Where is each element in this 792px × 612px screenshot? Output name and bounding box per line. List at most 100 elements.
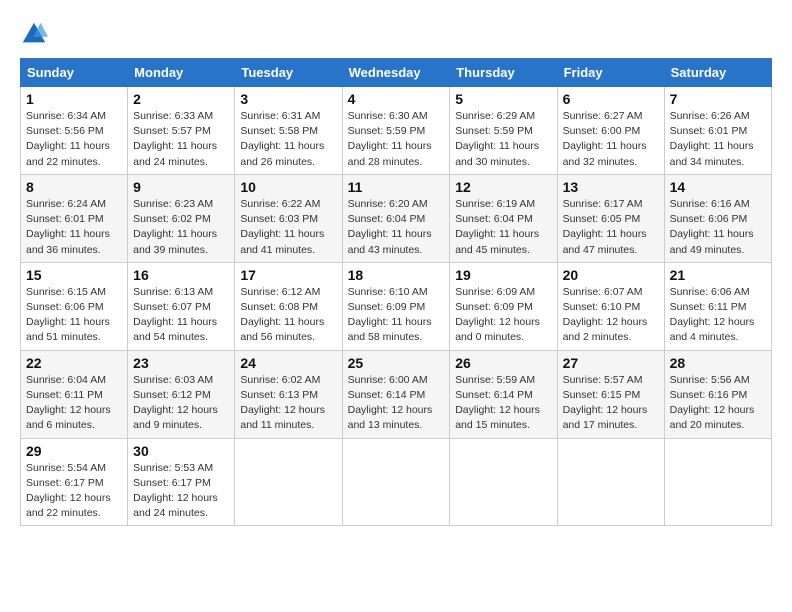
week-row-5: 29 Sunrise: 5:54 AMSunset: 6:17 PMDaylig… (21, 438, 772, 526)
day-info: Sunrise: 6:00 AMSunset: 6:14 PMDaylight:… (348, 373, 445, 434)
day-number: 11 (348, 179, 445, 195)
day-info: Sunrise: 5:57 AMSunset: 6:15 PMDaylight:… (563, 373, 659, 434)
day-info: Sunrise: 6:12 AMSunset: 6:08 PMDaylight:… (240, 285, 336, 346)
day-number: 30 (133, 443, 229, 459)
day-info: Sunrise: 6:34 AMSunset: 5:56 PMDaylight:… (26, 109, 122, 170)
day-number: 3 (240, 91, 336, 107)
calendar-cell: 27 Sunrise: 5:57 AMSunset: 6:15 PMDaylig… (557, 350, 664, 438)
week-row-3: 15 Sunrise: 6:15 AMSunset: 6:06 PMDaylig… (21, 262, 772, 350)
day-number: 5 (455, 91, 551, 107)
calendar-cell: 5 Sunrise: 6:29 AMSunset: 5:59 PMDayligh… (450, 87, 557, 175)
weekday-header-thursday: Thursday (450, 59, 557, 87)
calendar-cell: 1 Sunrise: 6:34 AMSunset: 5:56 PMDayligh… (21, 87, 128, 175)
day-info: Sunrise: 6:31 AMSunset: 5:58 PMDaylight:… (240, 109, 336, 170)
day-number: 22 (26, 355, 122, 371)
day-info: Sunrise: 6:02 AMSunset: 6:13 PMDaylight:… (240, 373, 336, 434)
day-number: 9 (133, 179, 229, 195)
day-info: Sunrise: 6:13 AMSunset: 6:07 PMDaylight:… (133, 285, 229, 346)
calendar-cell: 7 Sunrise: 6:26 AMSunset: 6:01 PMDayligh… (664, 87, 771, 175)
calendar-cell: 4 Sunrise: 6:30 AMSunset: 5:59 PMDayligh… (342, 87, 450, 175)
calendar-cell: 3 Sunrise: 6:31 AMSunset: 5:58 PMDayligh… (235, 87, 342, 175)
calendar-cell: 8 Sunrise: 6:24 AMSunset: 6:01 PMDayligh… (21, 174, 128, 262)
day-info: Sunrise: 6:17 AMSunset: 6:05 PMDaylight:… (563, 197, 659, 258)
weekday-header-wednesday: Wednesday (342, 59, 450, 87)
day-info: Sunrise: 6:03 AMSunset: 6:12 PMDaylight:… (133, 373, 229, 434)
day-number: 8 (26, 179, 122, 195)
day-number: 19 (455, 267, 551, 283)
calendar-cell: 25 Sunrise: 6:00 AMSunset: 6:14 PMDaylig… (342, 350, 450, 438)
day-number: 26 (455, 355, 551, 371)
calendar-cell (557, 438, 664, 526)
day-number: 27 (563, 355, 659, 371)
weekday-header-saturday: Saturday (664, 59, 771, 87)
weekday-header-sunday: Sunday (21, 59, 128, 87)
calendar-cell: 30 Sunrise: 5:53 AMSunset: 6:17 PMDaylig… (128, 438, 235, 526)
logo-icon (20, 20, 48, 48)
day-info: Sunrise: 5:56 AMSunset: 6:16 PMDaylight:… (670, 373, 766, 434)
day-info: Sunrise: 6:09 AMSunset: 6:09 PMDaylight:… (455, 285, 551, 346)
day-number: 4 (348, 91, 445, 107)
logo (20, 20, 52, 48)
day-info: Sunrise: 6:26 AMSunset: 6:01 PMDaylight:… (670, 109, 766, 170)
week-row-1: 1 Sunrise: 6:34 AMSunset: 5:56 PMDayligh… (21, 87, 772, 175)
calendar-cell: 23 Sunrise: 6:03 AMSunset: 6:12 PMDaylig… (128, 350, 235, 438)
calendar-cell: 29 Sunrise: 5:54 AMSunset: 6:17 PMDaylig… (21, 438, 128, 526)
day-number: 16 (133, 267, 229, 283)
day-info: Sunrise: 6:15 AMSunset: 6:06 PMDaylight:… (26, 285, 122, 346)
calendar-cell: 16 Sunrise: 6:13 AMSunset: 6:07 PMDaylig… (128, 262, 235, 350)
day-info: Sunrise: 6:29 AMSunset: 5:59 PMDaylight:… (455, 109, 551, 170)
calendar-cell: 6 Sunrise: 6:27 AMSunset: 6:00 PMDayligh… (557, 87, 664, 175)
calendar-cell: 2 Sunrise: 6:33 AMSunset: 5:57 PMDayligh… (128, 87, 235, 175)
day-info: Sunrise: 5:54 AMSunset: 6:17 PMDaylight:… (26, 461, 122, 522)
day-info: Sunrise: 6:06 AMSunset: 6:11 PMDaylight:… (670, 285, 766, 346)
calendar-cell: 21 Sunrise: 6:06 AMSunset: 6:11 PMDaylig… (664, 262, 771, 350)
calendar-cell: 17 Sunrise: 6:12 AMSunset: 6:08 PMDaylig… (235, 262, 342, 350)
day-number: 10 (240, 179, 336, 195)
day-info: Sunrise: 6:19 AMSunset: 6:04 PMDaylight:… (455, 197, 551, 258)
day-number: 6 (563, 91, 659, 107)
calendar-cell: 18 Sunrise: 6:10 AMSunset: 6:09 PMDaylig… (342, 262, 450, 350)
day-number: 25 (348, 355, 445, 371)
day-number: 28 (670, 355, 766, 371)
day-info: Sunrise: 6:10 AMSunset: 6:09 PMDaylight:… (348, 285, 445, 346)
calendar-cell: 13 Sunrise: 6:17 AMSunset: 6:05 PMDaylig… (557, 174, 664, 262)
day-number: 18 (348, 267, 445, 283)
day-number: 1 (26, 91, 122, 107)
calendar-cell: 20 Sunrise: 6:07 AMSunset: 6:10 PMDaylig… (557, 262, 664, 350)
day-number: 2 (133, 91, 229, 107)
calendar-cell: 10 Sunrise: 6:22 AMSunset: 6:03 PMDaylig… (235, 174, 342, 262)
calendar-cell: 15 Sunrise: 6:15 AMSunset: 6:06 PMDaylig… (21, 262, 128, 350)
calendar-cell: 22 Sunrise: 6:04 AMSunset: 6:11 PMDaylig… (21, 350, 128, 438)
calendar-table: SundayMondayTuesdayWednesdayThursdayFrid… (20, 58, 772, 526)
day-number: 14 (670, 179, 766, 195)
calendar-cell (664, 438, 771, 526)
calendar-cell: 12 Sunrise: 6:19 AMSunset: 6:04 PMDaylig… (450, 174, 557, 262)
day-info: Sunrise: 5:53 AMSunset: 6:17 PMDaylight:… (133, 461, 229, 522)
day-info: Sunrise: 5:59 AMSunset: 6:14 PMDaylight:… (455, 373, 551, 434)
day-info: Sunrise: 6:23 AMSunset: 6:02 PMDaylight:… (133, 197, 229, 258)
weekday-header-monday: Monday (128, 59, 235, 87)
calendar-cell: 24 Sunrise: 6:02 AMSunset: 6:13 PMDaylig… (235, 350, 342, 438)
week-row-2: 8 Sunrise: 6:24 AMSunset: 6:01 PMDayligh… (21, 174, 772, 262)
day-number: 24 (240, 355, 336, 371)
calendar-cell: 9 Sunrise: 6:23 AMSunset: 6:02 PMDayligh… (128, 174, 235, 262)
week-row-4: 22 Sunrise: 6:04 AMSunset: 6:11 PMDaylig… (21, 350, 772, 438)
calendar-cell (450, 438, 557, 526)
day-number: 12 (455, 179, 551, 195)
day-number: 7 (670, 91, 766, 107)
calendar-cell: 11 Sunrise: 6:20 AMSunset: 6:04 PMDaylig… (342, 174, 450, 262)
calendar-cell (342, 438, 450, 526)
calendar-cell: 19 Sunrise: 6:09 AMSunset: 6:09 PMDaylig… (450, 262, 557, 350)
day-info: Sunrise: 6:33 AMSunset: 5:57 PMDaylight:… (133, 109, 229, 170)
day-info: Sunrise: 6:27 AMSunset: 6:00 PMDaylight:… (563, 109, 659, 170)
day-number: 13 (563, 179, 659, 195)
calendar-cell: 26 Sunrise: 5:59 AMSunset: 6:14 PMDaylig… (450, 350, 557, 438)
calendar-cell: 14 Sunrise: 6:16 AMSunset: 6:06 PMDaylig… (664, 174, 771, 262)
weekday-header-friday: Friday (557, 59, 664, 87)
day-number: 23 (133, 355, 229, 371)
calendar-cell (235, 438, 342, 526)
day-number: 29 (26, 443, 122, 459)
day-number: 21 (670, 267, 766, 283)
day-info: Sunrise: 6:16 AMSunset: 6:06 PMDaylight:… (670, 197, 766, 258)
day-info: Sunrise: 6:20 AMSunset: 6:04 PMDaylight:… (348, 197, 445, 258)
